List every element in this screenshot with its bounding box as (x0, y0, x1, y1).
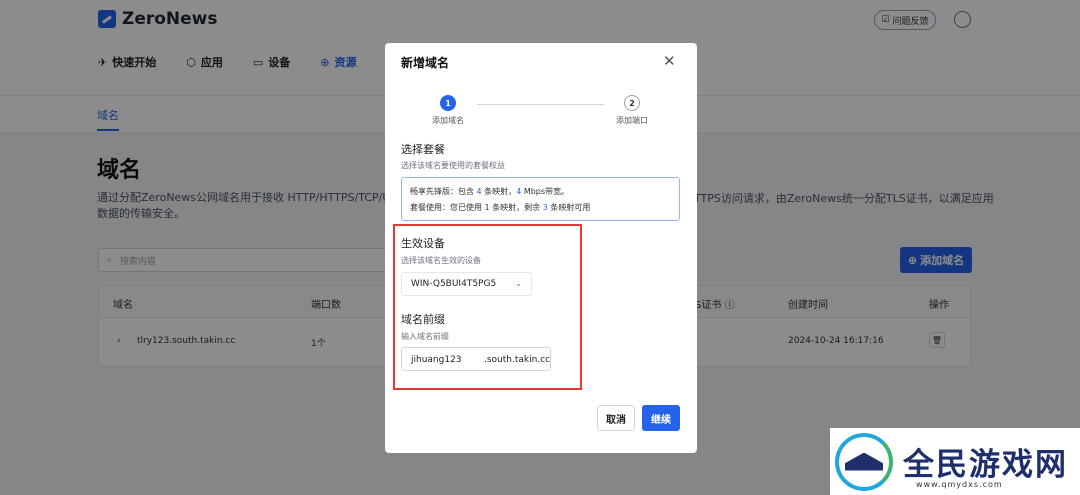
plan-subtitle: 选择该域名要使用的套餐权益 (401, 161, 505, 170)
step-connector (477, 104, 604, 105)
plan-text: 畅享先锋版：包含 (410, 187, 477, 196)
watermark-url: www.qmydxs.com (916, 480, 1003, 489)
plan-text: 套餐使用：您已使用 1 条映射，剩余 (410, 203, 543, 212)
plan-text: 条映射可用 (547, 203, 591, 212)
watermark-logo (835, 432, 893, 491)
modal-title: 新增域名 (401, 56, 450, 70)
step-2-indicator: 2 (624, 95, 640, 111)
step-1-label: 添加域名 (432, 116, 464, 125)
step-2-label: 添加端口 (616, 116, 648, 125)
watermark: 全民游戏网 www.qmydxs.com (830, 428, 1080, 495)
stepper: 1 2 添加域名 添加端口 (385, 95, 697, 127)
plan-text: 条映射， (481, 187, 517, 196)
plan-option[interactable]: 畅享先锋版：包含 4 条映射，4 Mbps带宽。 套餐使用：您已使用 1 条映射… (401, 177, 680, 221)
cancel-button[interactable]: 取消 (597, 405, 635, 431)
plan-title: 选择套餐 (401, 143, 445, 156)
step-1-indicator: 1 (440, 95, 456, 111)
close-icon[interactable]: ✕ (663, 52, 676, 70)
watermark-name: 全民游戏网 (903, 447, 1068, 483)
plan-text: Mbps带宽。 (521, 187, 570, 196)
plan-line-1: 畅享先锋版：包含 4 条映射，4 Mbps带宽。 (410, 184, 671, 200)
add-domain-modal: 新增域名 ✕ 1 2 添加域名 添加端口 选择套餐 选择该域名要使用的套餐权益 … (385, 43, 697, 453)
plan-line-2: 套餐使用：您已使用 1 条映射，剩余 3 条映射可用 (410, 200, 671, 216)
app-page: ZeroNews ☑ 问题反馈 ✈ 快速开始 ⬡ 应用 ▭ 设备 ⊕ 资源 域名… (0, 0, 1080, 495)
continue-button[interactable]: 继续 (642, 405, 680, 431)
highlight-box (393, 224, 582, 390)
